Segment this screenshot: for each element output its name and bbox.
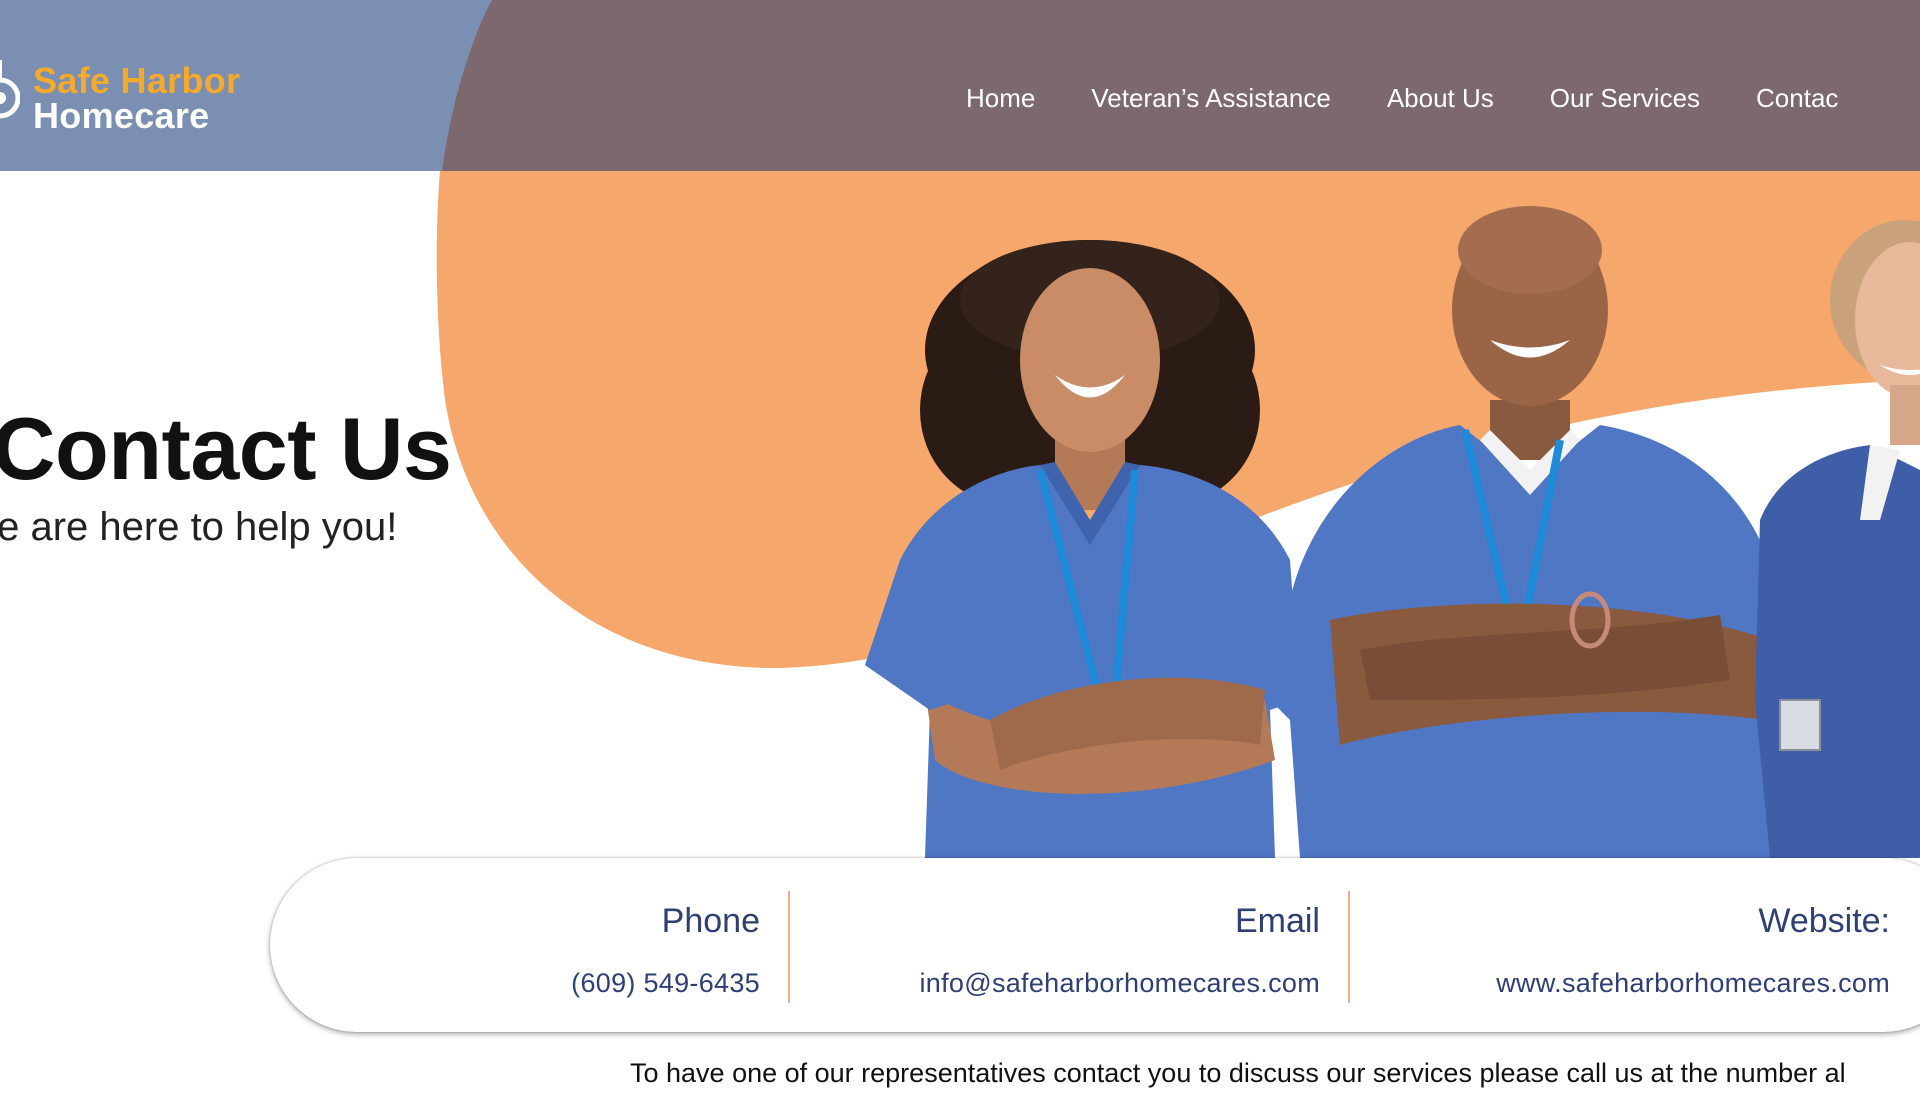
email-link[interactable]: info@safeharborhomecares.com xyxy=(920,968,1321,999)
website-link[interactable]: www.safeharborhomecares.com xyxy=(1496,968,1890,999)
person-2 xyxy=(1270,206,1780,858)
site-header: Safe Harbor Homecare Home Veteran’s Assi… xyxy=(0,0,1920,171)
phone-section: Phone (609) 549-6435 xyxy=(270,858,760,1032)
nav-item-veterans-assistance[interactable]: Veteran’s Assistance xyxy=(1091,83,1330,114)
contact-info-card: Phone (609) 549-6435 Email info@safeharb… xyxy=(270,858,1920,1032)
person-3 xyxy=(1755,220,1920,858)
nav-item-contact[interactable]: Contac xyxy=(1756,83,1838,114)
email-label: Email xyxy=(1234,902,1320,940)
page: Safe Harbor Homecare Home Veteran’s Assi… xyxy=(0,0,1920,1103)
phone-label: Phone xyxy=(661,902,760,940)
website-label: Website: xyxy=(1758,902,1890,940)
nav-item-about-us[interactable]: About Us xyxy=(1387,83,1494,114)
phone-link[interactable]: (609) 549-6435 xyxy=(571,968,760,999)
nav-item-home[interactable]: Home xyxy=(966,83,1035,114)
person-1 xyxy=(865,240,1300,858)
page-subtitle: /e are here to help you! xyxy=(0,505,398,549)
website-section: Website: www.safeharborhomecares.com xyxy=(1350,858,1890,1032)
main-nav: Home Veteran’s Assistance About Us Our S… xyxy=(966,80,1838,116)
brand-name-line2: Homecare xyxy=(33,95,210,136)
contact-instructions: To have one of our representatives conta… xyxy=(630,1058,1846,1088)
page-title: Contact Us xyxy=(0,399,452,498)
brand-logo[interactable]: Safe Harbor Homecare xyxy=(0,50,280,140)
email-section: Email info@safeharborhomecares.com xyxy=(790,858,1321,1032)
nav-item-our-services[interactable]: Our Services xyxy=(1550,83,1700,114)
ship-wheel-icon xyxy=(0,60,20,119)
